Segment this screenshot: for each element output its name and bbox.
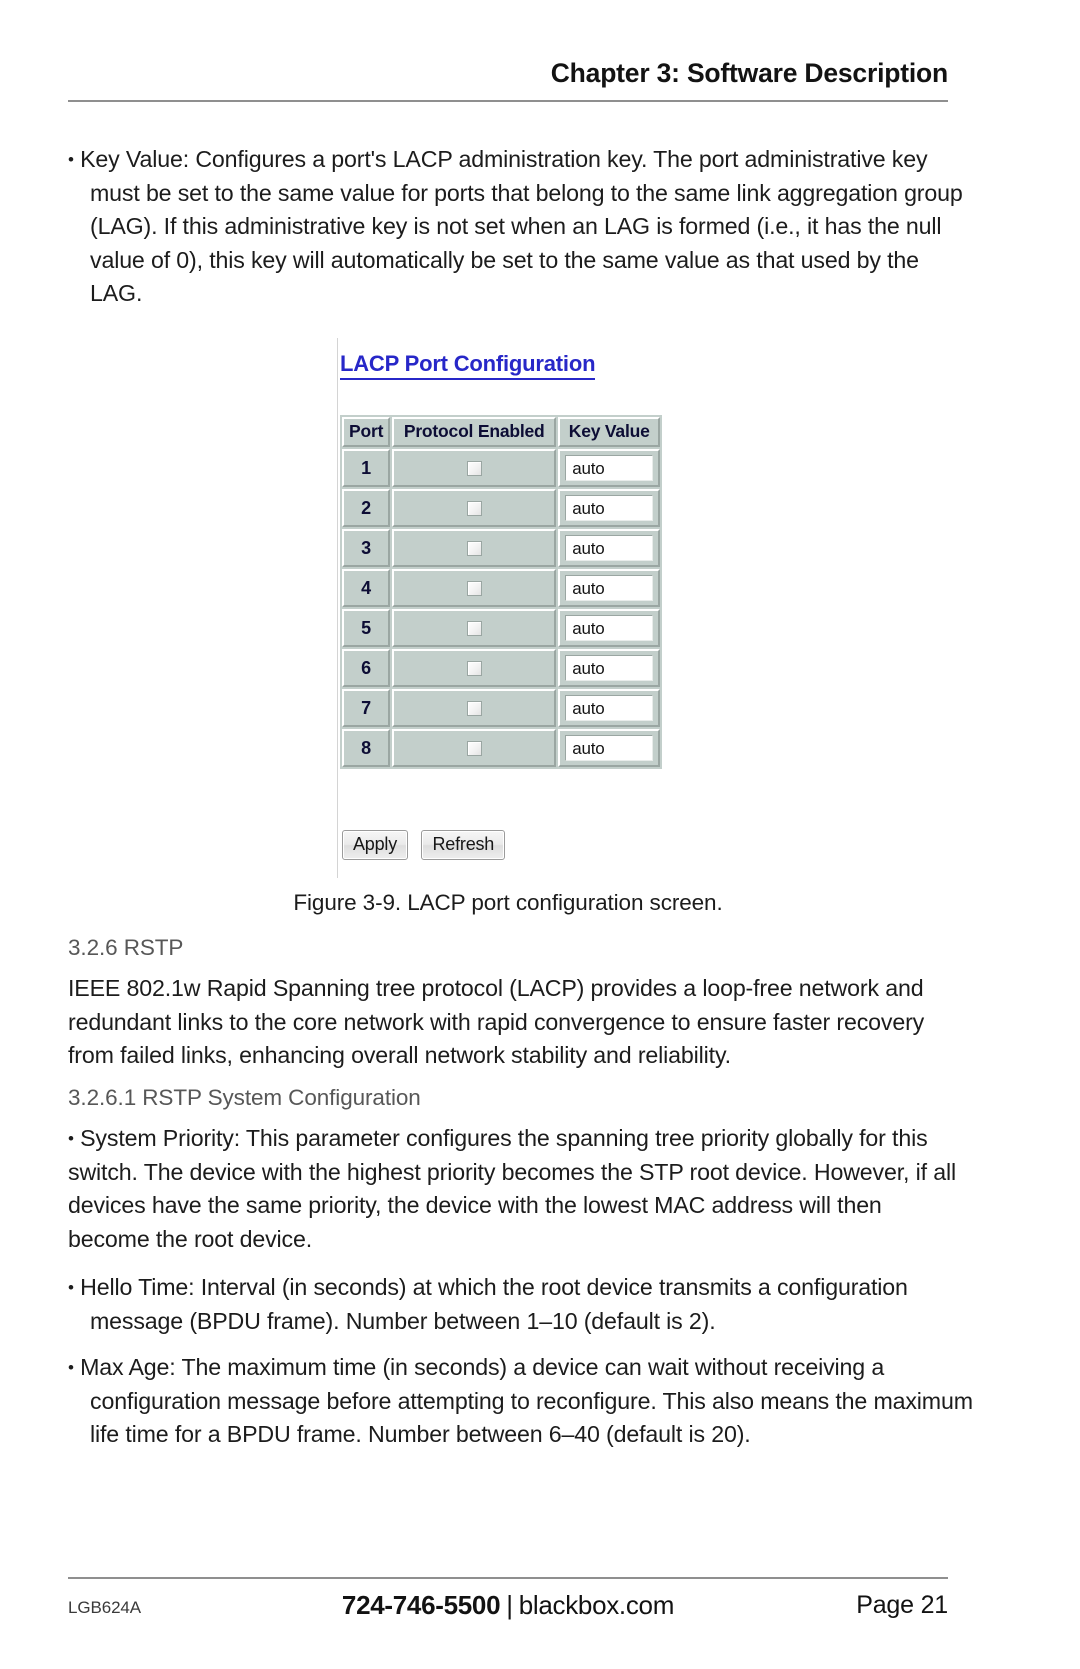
cell-port: 6 (342, 649, 391, 687)
cell-key-value: auto (558, 729, 661, 767)
column-header-protocol-enabled: Protocol Enabled (392, 417, 557, 447)
key-value-input[interactable]: auto (565, 455, 654, 481)
cell-port: 1 (342, 449, 391, 487)
document-page: Chapter 3: Software Description • Key Va… (0, 0, 1080, 1669)
bullet-glyph: • (68, 1358, 74, 1377)
lacp-port-configuration-screenshot: LACP Port Configuration Port Protocol En… (337, 338, 673, 878)
screenshot-title: LACP Port Configuration (340, 351, 596, 380)
cell-key-value: auto (558, 689, 661, 727)
table-row: 8 auto (342, 729, 661, 767)
footer-page-number: Page 21 (856, 1591, 948, 1619)
cell-port: 5 (342, 609, 391, 647)
key-value-input[interactable]: auto (565, 615, 654, 641)
table-row: 3 auto (342, 529, 661, 567)
cell-protocol-enabled (392, 689, 557, 727)
paragraph-system-priority-text: System Priority: This parameter configur… (68, 1125, 956, 1252)
header-divider (68, 100, 948, 102)
page-footer: LGB624A 724-746-5500 | blackbox.com Page 2… (68, 1590, 948, 1630)
page-running-head: Chapter 3: Software Description (550, 58, 948, 88)
cell-protocol-enabled (392, 489, 557, 527)
footer-phone: 724-746-5500 (341, 1590, 501, 1620)
key-value-input[interactable]: auto (565, 735, 654, 761)
apply-button[interactable]: Apply (342, 830, 409, 860)
paragraph-rstp-intro: IEEE 802.1w Rapid Spanning tree protocol… (68, 975, 925, 1069)
paragraph-max-age-text: Max Age: The maximum time (in seconds) a… (80, 1354, 973, 1448)
cell-key-value: auto (558, 529, 661, 567)
screenshot-button-bar: Apply Refresh (342, 830, 514, 860)
figure-caption: Figure 3-9. LACP port configuration scre… (293, 890, 723, 915)
bullet-glyph: • (68, 150, 74, 169)
cell-protocol-enabled (392, 529, 557, 567)
cell-port: 7 (342, 689, 391, 727)
cell-protocol-enabled (392, 649, 557, 687)
footer-website: blackbox.com (518, 1590, 675, 1620)
footer-divider (68, 1577, 948, 1579)
key-value-input[interactable]: auto (565, 575, 654, 601)
key-value-input[interactable]: auto (565, 655, 654, 681)
cell-key-value: auto (558, 649, 661, 687)
cell-protocol-enabled (392, 569, 557, 607)
key-value-input[interactable]: auto (565, 695, 654, 721)
bullet-glyph: • (68, 1129, 74, 1148)
paragraph-system-priority: • System Priority: This parameter config… (68, 1122, 958, 1256)
cell-key-value: auto (558, 489, 661, 527)
cell-protocol-enabled (392, 729, 557, 767)
paragraph-hello-time: • Hello Time: Interval (in seconds) at w… (68, 1271, 980, 1338)
table-row: 2 auto (342, 489, 661, 527)
section-heading-3-2-6: 3.2.6 RSTP (68, 935, 184, 960)
lacp-port-table: Port Protocol Enabled Key Value 1 auto 2… (340, 415, 663, 769)
cell-port: 8 (342, 729, 391, 767)
protocol-enabled-checkbox[interactable] (466, 501, 482, 517)
protocol-enabled-checkbox[interactable] (466, 621, 482, 637)
paragraph-max-age: • Max Age: The maximum time (in seconds)… (68, 1351, 980, 1452)
column-header-key-value: Key Value (558, 417, 661, 447)
protocol-enabled-checkbox[interactable] (466, 661, 482, 677)
table-row: 4 auto (342, 569, 661, 607)
bullet-glyph: • (68, 1278, 74, 1297)
table-row: 6 auto (342, 649, 661, 687)
table-row: 7 auto (342, 689, 661, 727)
protocol-enabled-checkbox[interactable] (466, 741, 482, 757)
cell-key-value: auto (558, 449, 661, 487)
table-header-row: Port Protocol Enabled Key Value (342, 417, 661, 447)
cell-port: 3 (342, 529, 391, 567)
cell-protocol-enabled (392, 449, 557, 487)
cell-port: 2 (342, 489, 391, 527)
cell-protocol-enabled (392, 609, 557, 647)
cell-key-value: auto (558, 569, 661, 607)
protocol-enabled-checkbox[interactable] (466, 581, 482, 597)
column-header-port: Port (342, 417, 391, 447)
table-row: 5 auto (342, 609, 661, 647)
refresh-button[interactable]: Refresh (421, 830, 506, 860)
key-value-input[interactable]: auto (565, 535, 654, 561)
footer-separator: | (506, 1590, 513, 1620)
paragraph-hello-time-text: Hello Time: Interval (in seconds) at whi… (80, 1274, 908, 1334)
footer-contact: 724-746-5500 | blackbox.com (68, 1590, 948, 1621)
section-heading-3-2-6-1: 3.2.6.1 RSTP System Configuration (68, 1085, 421, 1110)
protocol-enabled-checkbox[interactable] (466, 461, 482, 477)
paragraph-key-value: • Key Value: Configures a port's LACP ad… (68, 143, 970, 311)
key-value-input[interactable]: auto (565, 495, 654, 521)
cell-port: 4 (342, 569, 391, 607)
protocol-enabled-checkbox[interactable] (466, 541, 482, 557)
table-row: 1 auto (342, 449, 661, 487)
paragraph-key-value-text: Key Value: Configures a port's LACP admi… (80, 146, 963, 307)
cell-key-value: auto (558, 609, 661, 647)
protocol-enabled-checkbox[interactable] (466, 701, 482, 717)
